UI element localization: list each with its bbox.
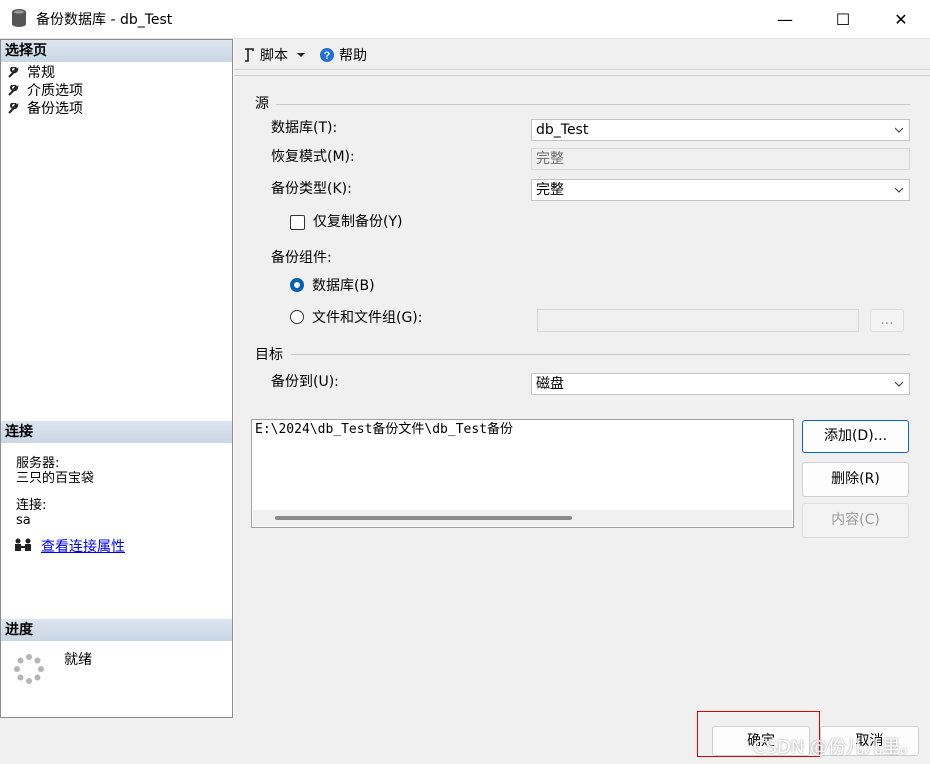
people-icon — [15, 538, 31, 551]
database-value: db_Test — [536, 122, 589, 138]
recovery-model-label: 恢复模式(M): — [271, 149, 355, 165]
database-icon — [12, 9, 26, 27]
files-field — [537, 309, 859, 332]
script-icon — [245, 48, 254, 62]
backup-destination-list[interactable]: E:\2024\db_Test备份文件\db_Test备份 — [251, 419, 794, 528]
page-item-label: 介质选项 — [27, 83, 83, 99]
recovery-model-field: 完整 — [531, 148, 910, 170]
component-files-radio[interactable] — [290, 310, 304, 324]
toolbar: 脚本 ? 帮助 — [234, 39, 930, 70]
server-label: 服务器: — [16, 456, 60, 471]
source-section-title: 源 — [255, 96, 269, 112]
remove-button[interactable]: 删除(R) — [802, 462, 909, 497]
destination-section-title: 目标 — [255, 347, 283, 363]
title-bar: 备份数据库 - db_Test — ☐ ✕ — [0, 0, 930, 39]
window-title: 备份数据库 - db_Test — [36, 12, 173, 28]
component-database-radio[interactable] — [290, 278, 304, 292]
divider — [276, 104, 910, 105]
list-item[interactable]: E:\2024\db_Test备份文件\db_Test备份 — [255, 421, 513, 438]
spinner-icon — [14, 654, 44, 684]
help-button[interactable]: ? 帮助 — [319, 45, 367, 65]
script-button[interactable]: 脚本 — [242, 45, 306, 65]
copy-only-checkbox[interactable] — [290, 215, 305, 230]
connection-header: 连接 — [1, 421, 232, 443]
copy-only-label: 仅复制备份(Y) — [313, 214, 403, 230]
wrench-icon — [8, 85, 19, 96]
svg-text:?: ? — [324, 50, 331, 62]
divider — [291, 354, 910, 355]
content-panel — [234, 75, 930, 719]
page-item-media-options[interactable]: 介质选项 — [7, 82, 83, 100]
minimize-button[interactable]: — — [756, 0, 814, 38]
page-item-label: 常规 — [27, 65, 55, 81]
recovery-model-value: 完整 — [536, 151, 564, 167]
chevron-down-icon — [895, 187, 903, 193]
backup-type-value: 完整 — [536, 182, 564, 198]
backup-type-label: 备份类型(K): — [271, 181, 352, 197]
scrollbar-thumb[interactable] — [275, 516, 572, 520]
view-connection-properties-link[interactable]: 查看连接属性 — [41, 536, 125, 556]
component-database-label: 数据库(B) — [312, 278, 375, 294]
close-button[interactable]: ✕ — [872, 0, 930, 38]
chevron-down-icon — [895, 381, 903, 387]
backup-to-value: 磁盘 — [536, 376, 564, 392]
page-item-backup-options[interactable]: 备份选项 — [7, 100, 83, 118]
database-label: 数据库(T): — [271, 120, 338, 136]
database-select[interactable]: db_Test — [531, 119, 910, 141]
progress-status: 就绪 — [64, 652, 92, 668]
script-label: 脚本 — [260, 48, 288, 64]
contents-button[interactable]: 内容(C) — [802, 503, 909, 538]
chevron-down-icon — [895, 127, 903, 133]
connection-value: sa — [16, 513, 31, 528]
help-icon: ? — [320, 48, 334, 62]
horizontal-scrollbar[interactable] — [253, 510, 792, 526]
backup-to-label: 备份到(U): — [271, 374, 339, 390]
wrench-icon — [8, 103, 19, 114]
select-page-header: 选择页 — [1, 40, 232, 62]
add-button[interactable]: 添加(D)... — [802, 420, 909, 453]
chevron-down-icon — [297, 53, 305, 57]
backup-type-select[interactable]: 完整 — [531, 179, 910, 201]
help-label: 帮助 — [339, 48, 367, 64]
page-item-label: 备份选项 — [27, 101, 83, 117]
server-value: 三只的百宝袋 — [16, 471, 95, 486]
backup-component-label: 备份组件: — [271, 250, 332, 266]
page-item-general[interactable]: 常规 — [7, 64, 55, 82]
left-pane: 选择页 常规 介质选项 备份选项 连接 服务器: 三只的百宝袋 连接: sa 进… — [0, 39, 233, 718]
backup-to-select[interactable]: 磁盘 — [531, 373, 910, 395]
connection-label: 连接: — [16, 498, 47, 513]
progress-header: 进度 — [1, 619, 232, 641]
watermark: CSDN @份儿儿里。 — [752, 737, 918, 758]
wrench-icon — [8, 67, 19, 78]
component-files-label: 文件和文件组(G): — [312, 310, 423, 326]
files-browse-button[interactable]: ... — [870, 309, 904, 332]
maximize-button[interactable]: ☐ — [814, 0, 872, 38]
